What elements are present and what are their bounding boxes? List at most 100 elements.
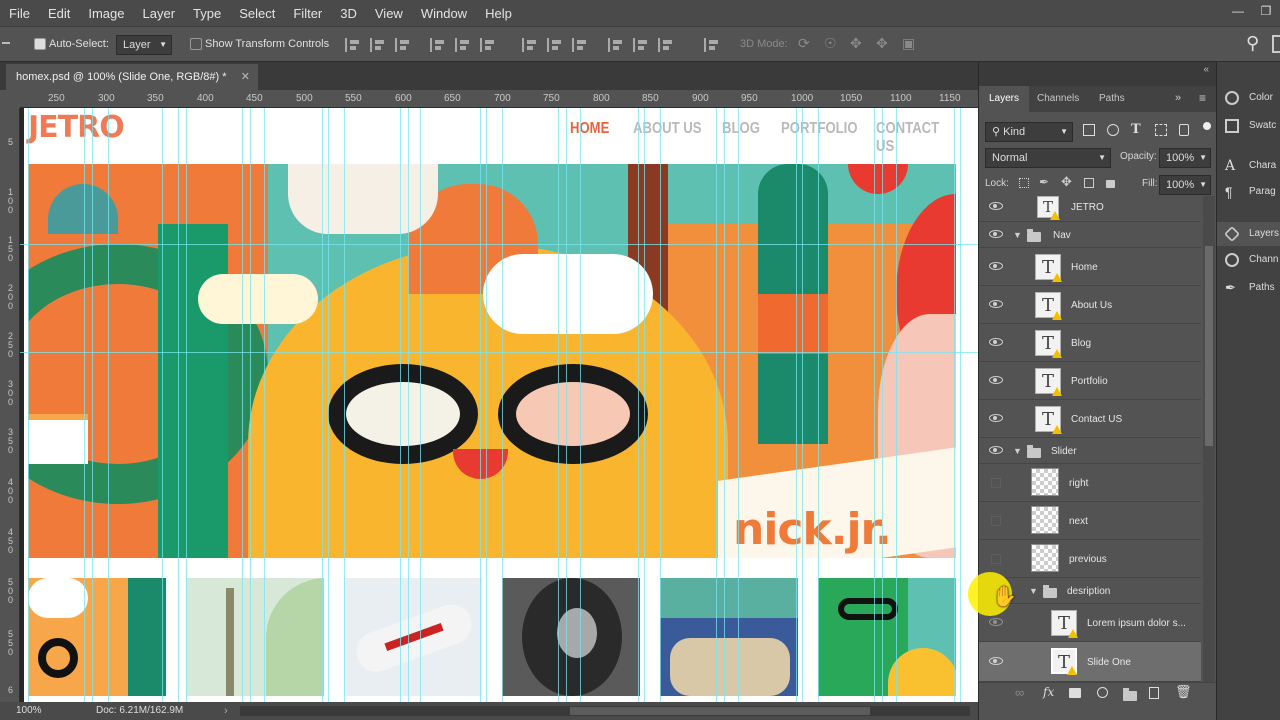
panel-paths[interactable]: ✒ Paths bbox=[1217, 276, 1280, 300]
opacity-input[interactable]: 100% ▼ bbox=[1159, 148, 1211, 168]
layer-group-row[interactable]: ▼ Slider bbox=[979, 438, 1201, 464]
distribute-left-icon[interactable] bbox=[608, 38, 624, 52]
close-icon[interactable]: ✕ bbox=[241, 64, 250, 90]
mask-icon[interactable] bbox=[1069, 688, 1081, 698]
scrollbar-thumb[interactable] bbox=[570, 707, 870, 715]
filter-adjustment-icon[interactable] bbox=[1107, 124, 1119, 136]
adjustment-icon[interactable] bbox=[1097, 687, 1108, 698]
search-icon[interactable]: ⚲ bbox=[1246, 33, 1259, 54]
align-left-icon[interactable] bbox=[430, 38, 446, 52]
layer-row[interactable]: previous bbox=[979, 540, 1201, 578]
panel-character[interactable]: A Chara bbox=[1217, 154, 1280, 178]
menu-3d[interactable]: 3D bbox=[331, 6, 366, 21]
visibility-toggle[interactable] bbox=[991, 516, 1001, 526]
panel-layers[interactable]: Layers bbox=[1217, 222, 1280, 246]
layer-row[interactable]: next bbox=[979, 502, 1201, 540]
visibility-toggle[interactable] bbox=[991, 478, 1001, 488]
chevron-down-icon[interactable]: ▼ bbox=[1029, 586, 1038, 596]
menu-image[interactable]: Image bbox=[79, 6, 133, 21]
align-hcenter-icon[interactable] bbox=[455, 38, 471, 52]
menu-help[interactable]: Help bbox=[476, 6, 521, 21]
fill-input[interactable]: 100% ▼ bbox=[1159, 175, 1211, 195]
tab-paths[interactable]: Paths bbox=[1089, 86, 1135, 112]
lock-all-icon[interactable] bbox=[1106, 180, 1115, 188]
menu-edit[interactable]: Edit bbox=[39, 6, 79, 21]
filter-toggle-icon[interactable] bbox=[1203, 122, 1211, 130]
align-vcenter-icon[interactable] bbox=[370, 38, 386, 52]
chevron-right-icon[interactable]: › bbox=[224, 702, 228, 720]
filter-smart-object-icon[interactable] bbox=[1179, 124, 1189, 136]
transform-controls-checkbox[interactable] bbox=[190, 38, 202, 50]
eye-icon[interactable] bbox=[989, 446, 1003, 454]
layer-row[interactable]: T Blog bbox=[979, 324, 1201, 362]
trash-icon[interactable]: 🗑 bbox=[1175, 684, 1192, 700]
eye-icon[interactable] bbox=[989, 300, 1003, 308]
canvas-area[interactable]: JETRO HOME ABOUT US BLOG PORTFOLIO CONTA… bbox=[20, 108, 978, 702]
eye-icon[interactable] bbox=[989, 618, 1003, 626]
distribute-bottom-icon[interactable] bbox=[572, 38, 588, 52]
panel-color[interactable]: Color bbox=[1217, 86, 1280, 110]
layer-row[interactable]: T JETRO bbox=[979, 196, 1201, 222]
panel-paragraph[interactable]: ¶ Parag bbox=[1217, 180, 1280, 204]
layer-list-scrollbar[interactable] bbox=[1203, 196, 1215, 686]
menu-layer[interactable]: Layer bbox=[134, 6, 185, 21]
workspace-icon[interactable] bbox=[1272, 35, 1280, 53]
document-tab[interactable]: homex.psd @ 100% (Slide One, RGB/8#) * ✕ bbox=[6, 64, 258, 90]
menu-filter[interactable]: Filter bbox=[284, 6, 331, 21]
panel-swatches[interactable]: Swatc bbox=[1217, 114, 1280, 138]
panel-menu-icon[interactable]: ≡ bbox=[1199, 91, 1206, 105]
3d-slide-icon[interactable]: ✥ bbox=[876, 35, 888, 52]
scrollbar-thumb[interactable] bbox=[1205, 246, 1213, 446]
3d-drag-icon[interactable]: ✥ bbox=[850, 35, 862, 52]
distribute-top-icon[interactable] bbox=[522, 38, 538, 52]
menu-file[interactable]: File bbox=[0, 6, 39, 21]
lock-move-icon[interactable]: ✥ bbox=[1061, 174, 1072, 190]
3d-rotate-icon[interactable]: ⟳ bbox=[798, 35, 810, 52]
zoom-level[interactable]: 100% bbox=[16, 702, 42, 720]
tab-layers[interactable]: Layers bbox=[979, 86, 1030, 112]
lock-brush-icon[interactable]: ✒ bbox=[1039, 175, 1049, 189]
new-group-icon[interactable] bbox=[1123, 688, 1137, 701]
menu-type[interactable]: Type bbox=[184, 6, 230, 21]
lock-artboard-icon[interactable] bbox=[1084, 178, 1094, 188]
tab-channels[interactable]: Channels bbox=[1027, 86, 1089, 112]
eye-icon[interactable] bbox=[989, 414, 1003, 422]
3d-roll-icon[interactable]: ☉ bbox=[824, 35, 837, 52]
layer-row[interactable]: right bbox=[979, 464, 1201, 502]
eye-icon[interactable] bbox=[989, 376, 1003, 384]
distribute-vcenter-icon[interactable] bbox=[547, 38, 563, 52]
layer-row[interactable]: T About Us bbox=[979, 286, 1201, 324]
expand-icon[interactable]: » bbox=[1175, 92, 1181, 104]
eye-icon[interactable] bbox=[989, 230, 1003, 238]
lock-transparent-icon[interactable] bbox=[1019, 178, 1029, 188]
auto-align-icon[interactable] bbox=[704, 38, 720, 52]
horizontal-scrollbar[interactable] bbox=[240, 706, 970, 716]
kind-filter-dropdown[interactable]: ⚲ Kind ▼ bbox=[985, 122, 1073, 142]
restore-icon[interactable]: ❐ bbox=[1252, 0, 1280, 26]
eye-icon[interactable] bbox=[989, 338, 1003, 346]
distribute-right-icon[interactable] bbox=[658, 38, 674, 52]
blend-mode-dropdown[interactable]: Normal ▼ bbox=[985, 148, 1111, 168]
layer-group-row[interactable]: ▼ Nav bbox=[979, 222, 1201, 248]
new-layer-icon[interactable] bbox=[1149, 687, 1159, 699]
menu-window[interactable]: Window bbox=[412, 6, 476, 21]
doc-size[interactable]: Doc: 6.21M/162.9M bbox=[96, 702, 183, 720]
filter-shape-icon[interactable] bbox=[1155, 124, 1167, 136]
eye-icon[interactable] bbox=[989, 202, 1003, 210]
layer-row[interactable]: T Contact US bbox=[979, 400, 1201, 438]
visibility-toggle[interactable] bbox=[991, 554, 1001, 564]
menu-view[interactable]: View bbox=[366, 6, 412, 21]
auto-select-dropdown[interactable]: Layer ▼ bbox=[116, 35, 172, 55]
filter-type-icon[interactable]: T bbox=[1131, 122, 1141, 137]
chevron-down-icon[interactable]: ▼ bbox=[1013, 230, 1022, 240]
tool-preset-icon[interactable] bbox=[2, 42, 10, 44]
panel-channels[interactable]: Chann bbox=[1217, 248, 1280, 272]
layer-row[interactable]: T Lorem ipsum dolor s... bbox=[979, 604, 1201, 642]
collapse-icon[interactable]: « bbox=[1203, 64, 1209, 75]
3d-scale-icon[interactable]: ▣ bbox=[902, 35, 915, 52]
align-right-icon[interactable] bbox=[480, 38, 496, 52]
link-icon[interactable]: ∞ bbox=[1015, 685, 1024, 700]
menu-select[interactable]: Select bbox=[230, 6, 284, 21]
layer-row[interactable]: T Portfolio bbox=[979, 362, 1201, 400]
layer-row-selected[interactable]: T Slide One bbox=[979, 642, 1201, 682]
